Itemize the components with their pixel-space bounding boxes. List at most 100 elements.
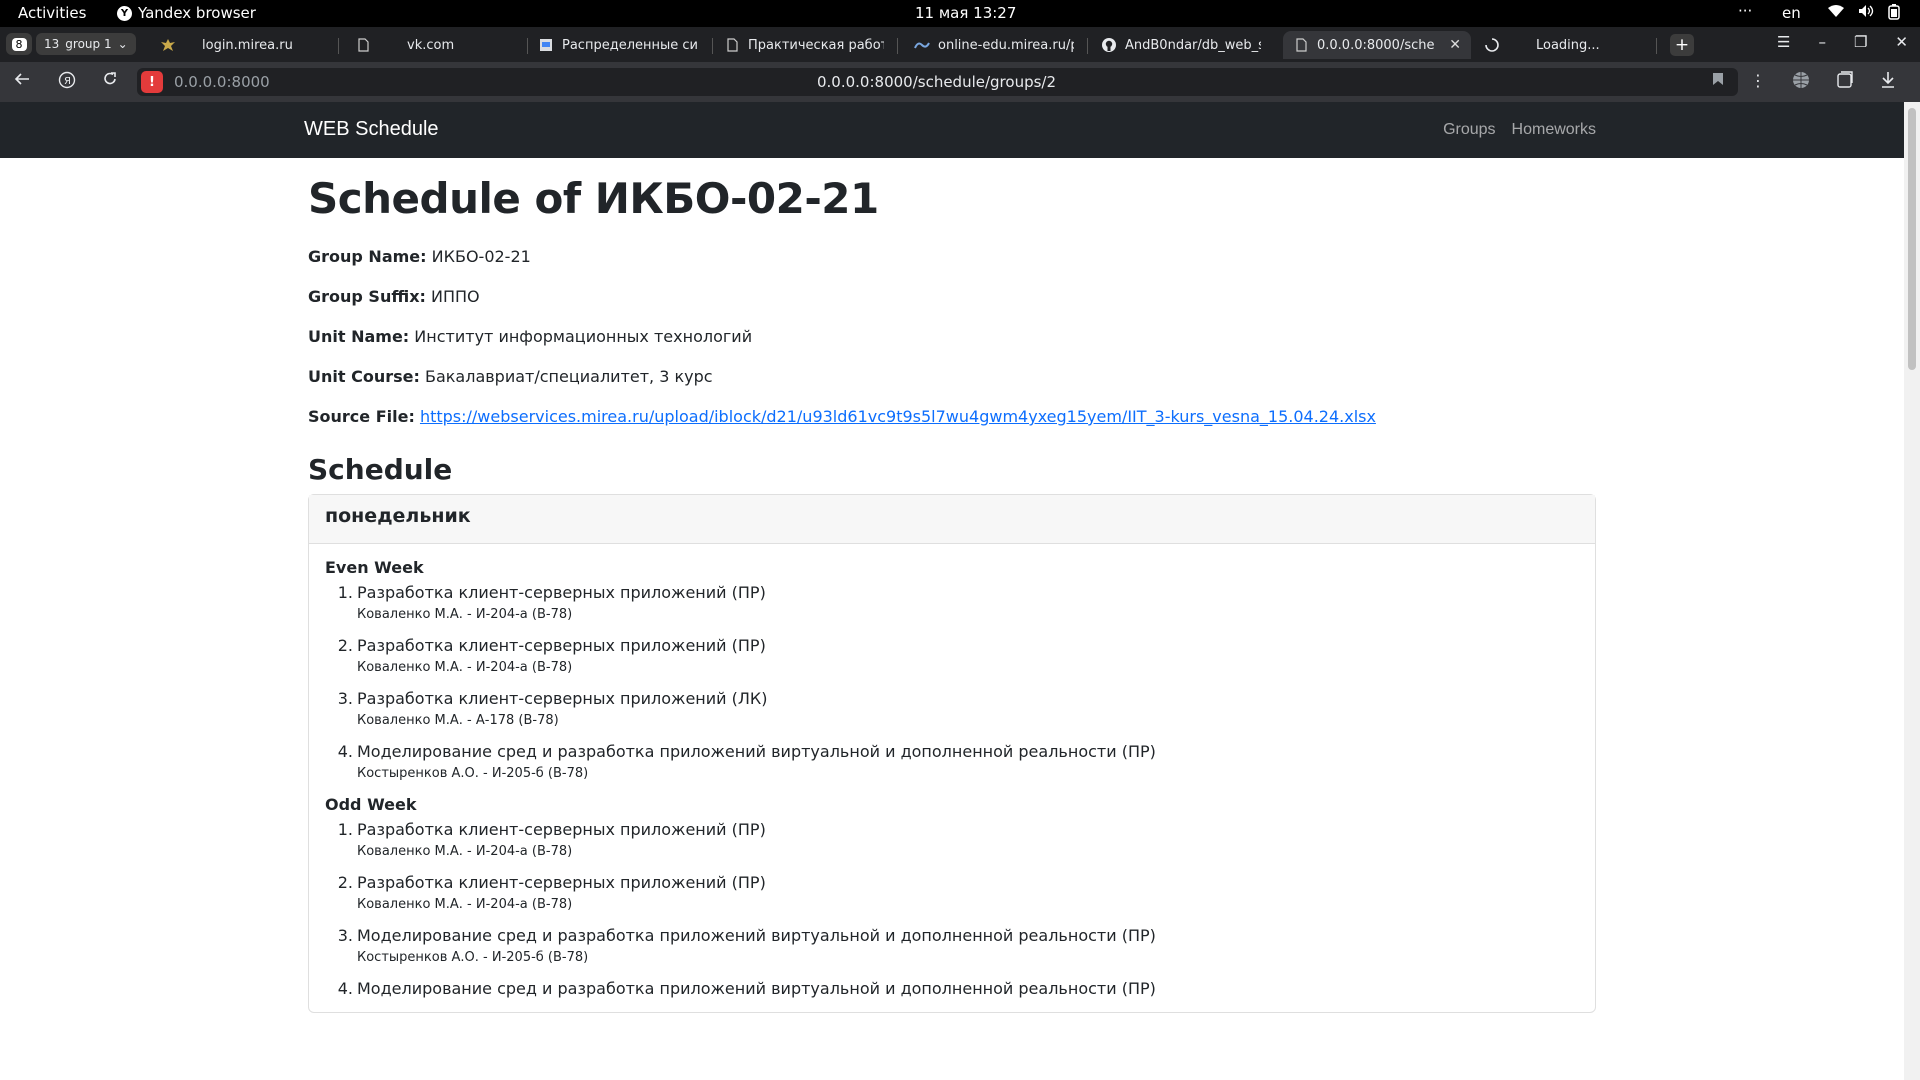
activities-button[interactable]: Activities: [18, 4, 86, 22]
lesson-subject: Моделирование сред и разработка приложен…: [357, 979, 1156, 998]
tab-strip: 8 13 group 1 ⌄ login.mirea.ru vk.com Рас…: [0, 27, 1920, 62]
more-options-icon[interactable]: ⋮: [1750, 71, 1766, 93]
close-window-icon[interactable]: ✕: [1895, 33, 1908, 51]
lesson-number: 3.: [337, 689, 353, 708]
clock[interactable]: 11 мая 13:27: [915, 4, 1016, 22]
even-week-list: 1. Разработка клиент-серверных приложений…: [325, 583, 1579, 781]
odd-week-list: 1. Разработка клиент-серверных приложений…: [325, 820, 1579, 998]
info-group-suffix: Group Suffix: ИППО: [308, 287, 1596, 307]
schedule-heading: Schedule: [308, 453, 453, 486]
lesson-subject: Разработка клиент-серверных приложений (…: [357, 689, 768, 708]
field-label: Unit Name:: [308, 327, 410, 346]
group-count: 13: [44, 37, 60, 51]
reload-icon[interactable]: [102, 71, 118, 92]
yandex-logo-icon: Y: [117, 5, 132, 21]
lesson-subject: Разработка клиент-серверных приложений (…: [357, 583, 766, 602]
menu-icon[interactable]: ☰: [1777, 33, 1790, 51]
lesson-item: 1. Разработка клиент-серверных приложений…: [325, 583, 1579, 622]
window-controls: ☰ – ❐ ✕: [1777, 33, 1908, 51]
main-content: Schedule of ИКБО-02-21 Group Name: ИКБО-…: [308, 158, 1596, 1013]
page-scrollbar[interactable]: [1904, 102, 1920, 1080]
toolbar-right: ⋮: [1750, 71, 1896, 93]
new-tab-button[interactable]: +: [1670, 34, 1694, 56]
tab-github[interactable]: AndB0ndar/db_web_sch: [1091, 31, 1271, 59]
lesson-item: 3. Моделирование сред и разработка прилож…: [325, 926, 1579, 965]
page-icon: [355, 37, 371, 53]
field-label: Source File:: [308, 407, 415, 426]
chevron-down-icon: ⌄: [117, 37, 128, 51]
translate-icon[interactable]: [1792, 71, 1810, 93]
battery-icon: [1888, 4, 1900, 24]
page-icon: [724, 37, 740, 53]
yandex-home-icon[interactable]: Я: [58, 71, 76, 94]
even-week-label: Even Week: [325, 558, 424, 577]
restore-icon[interactable]: ❐: [1854, 33, 1867, 51]
bookmark-icon[interactable]: [1712, 72, 1724, 90]
insecure-warning-icon[interactable]: !: [141, 71, 163, 93]
back-arrow-icon[interactable]: [14, 71, 30, 92]
app-name: Yandex browser: [138, 4, 256, 22]
site-brand[interactable]: WEB Schedule: [304, 118, 439, 141]
lesson-detail: Коваленко М.А. - И-204-а (В-78): [357, 660, 573, 675]
tab-group-chip[interactable]: 13 group 1 ⌄: [36, 33, 136, 55]
tab-vk[interactable]: vk.com: [345, 31, 525, 59]
lesson-subject: Разработка клиент-серверных приложений (…: [357, 820, 766, 839]
field-value: Институт информационных технологий: [414, 327, 753, 346]
tab-loading[interactable]: Loading...: [1474, 31, 1654, 59]
tab-title: AndB0ndar/db_web_sch: [1125, 37, 1261, 53]
workspace-counter[interactable]: 8: [6, 33, 32, 55]
lesson-number: 1.: [337, 820, 353, 839]
lesson-detail: Коваленко М.А. - И-204-а (В-78): [357, 844, 573, 859]
tab-separator: [897, 38, 898, 54]
collections-icon[interactable]: [1836, 71, 1854, 93]
browser-toolbar: Я ! 0.0.0.0:8000 0.0.0.0:8000/schedule/g…: [0, 62, 1920, 102]
tab-login-mirea[interactable]: login.mirea.ru: [150, 31, 345, 59]
tab-separator: [1656, 38, 1657, 54]
field-value: Бакалавриат/специалитет, 3 курс: [424, 367, 713, 386]
svg-text:Я: Я: [64, 76, 71, 87]
cloud-icon: [914, 37, 930, 53]
nav-link-homeworks[interactable]: Homeworks: [1512, 121, 1596, 139]
lesson-item: 2. Разработка клиент-серверных приложений…: [325, 636, 1579, 675]
volume-icon: [1858, 4, 1874, 24]
lesson-detail: Коваленко М.А. - И-204-а (В-78): [357, 607, 573, 622]
site-nav-links: Groups Homeworks: [1443, 121, 1596, 139]
system-top-bar: Activities Y Yandex browser 11 мая 13:27…: [0, 0, 1920, 27]
tab-schedule-active[interactable]: 0.0.0.0:8000/schedule ✕: [1283, 31, 1471, 59]
github-icon: [1101, 37, 1117, 53]
info-source-file: Source File: https://webservices.mirea.r…: [308, 407, 1596, 427]
system-tray[interactable]: [1828, 4, 1900, 24]
address-bar[interactable]: ! 0.0.0.0:8000 0.0.0.0:8000/schedule/gro…: [137, 68, 1738, 96]
tab-practical-work[interactable]: Практическая работа 8: [714, 31, 894, 59]
lesson-number: 1.: [337, 583, 353, 602]
tab-group-switcher[interactable]: 8 13 group 1 ⌄: [6, 32, 136, 56]
lesson-subject: Разработка клиент-серверных приложений (…: [357, 873, 766, 892]
tab-distributed-systems[interactable]: Распределенные систе: [528, 31, 708, 59]
odd-week-label: Odd Week: [325, 795, 417, 814]
field-value: ИКБО-02-21: [431, 247, 531, 266]
lesson-item: 2. Разработка клиент-серверных приложений…: [325, 873, 1579, 912]
nav-link-groups[interactable]: Groups: [1443, 121, 1495, 139]
lesson-detail: Коваленко М.А. - И-204-а (В-78): [357, 897, 573, 912]
source-file-link[interactable]: https://webservices.mirea.ru/upload/iblo…: [420, 407, 1376, 426]
lesson-number: 3.: [337, 926, 353, 945]
close-icon[interactable]: ✕: [1449, 37, 1461, 53]
lesson-item: 1. Разработка клиент-серверных приложений…: [325, 820, 1579, 859]
overflow-indicator[interactable]: ···: [1738, 2, 1752, 20]
page-viewport: WEB Schedule Groups Homeworks Schedule o…: [0, 102, 1904, 1080]
lesson-number: 2.: [337, 636, 353, 655]
group-label: group 1: [65, 37, 112, 51]
day-card-header: понедельник: [309, 495, 1595, 544]
tab-separator: [712, 38, 713, 54]
app-menu[interactable]: Y Yandex browser: [117, 4, 256, 22]
lesson-subject: Разработка клиент-серверных приложений (…: [357, 636, 766, 655]
download-icon[interactable]: [1880, 71, 1896, 93]
tab-online-edu[interactable]: online-edu.mirea.ru/plug: [904, 31, 1084, 59]
minimize-icon[interactable]: –: [1818, 33, 1826, 51]
language-indicator[interactable]: en: [1782, 4, 1801, 22]
page-icon: [1293, 37, 1309, 53]
lesson-number: 4.: [337, 979, 353, 998]
scrollbar-thumb[interactable]: [1908, 108, 1916, 370]
info-unit-name: Unit Name: Институт информационных техно…: [308, 327, 1596, 347]
info-unit-course: Unit Course: Бакалавриат/специалитет, 3 …: [308, 367, 1596, 387]
